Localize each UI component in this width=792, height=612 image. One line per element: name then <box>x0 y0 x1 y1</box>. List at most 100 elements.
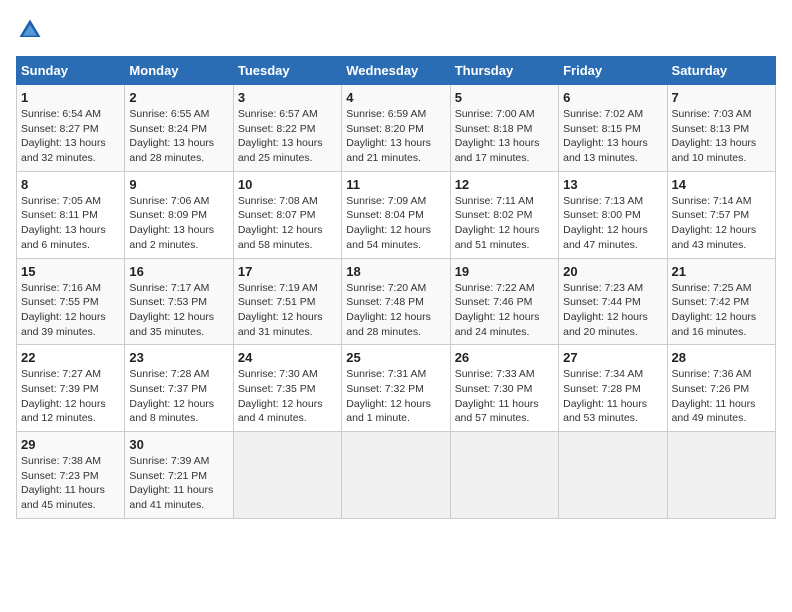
calendar-cell: 29 Sunrise: 7:38 AM Sunset: 7:23 PM Dayli… <box>17 432 125 519</box>
calendar-cell: 22 Sunrise: 7:27 AM Sunset: 7:39 PM Dayli… <box>17 345 125 432</box>
day-number: 29 <box>21 437 120 452</box>
calendar-cell: 19Sunrise: 7:22 AM Sunset: 7:46 PM Dayli… <box>450 258 558 345</box>
calendar-cell: 8Sunrise: 7:05 AM Sunset: 8:11 PM Daylig… <box>17 171 125 258</box>
day-number: 26 <box>455 350 554 365</box>
calendar-cell: 26 Sunrise: 7:33 AM Sunset: 7:30 PM Dayli… <box>450 345 558 432</box>
day-number: 1 <box>21 90 120 105</box>
day-info: Sunrise: 7:09 AM Sunset: 8:04 PM Dayligh… <box>346 194 445 253</box>
day-number: 3 <box>238 90 337 105</box>
header-monday: Monday <box>125 57 233 85</box>
day-number: 10 <box>238 177 337 192</box>
header-wednesday: Wednesday <box>342 57 450 85</box>
day-number: 27 <box>563 350 662 365</box>
calendar-cell: 10 Sunrise: 7:08 AM Sunset: 8:07 PM Dayli… <box>233 171 341 258</box>
day-number: 20 <box>563 264 662 279</box>
day-info: Sunrise: 7:28 AM Sunset: 7:37 PM Dayligh… <box>129 367 228 426</box>
header-tuesday: Tuesday <box>233 57 341 85</box>
logo-icon <box>16 16 44 44</box>
day-info: Sunrise: 7:14 AM Sunset: 7:57 PM Dayligh… <box>672 194 771 253</box>
day-number: 17 <box>238 264 337 279</box>
calendar-cell: 27 Sunrise: 7:34 AM Sunset: 7:28 PM Dayli… <box>559 345 667 432</box>
calendar-cell <box>667 432 775 519</box>
day-info: Sunrise: 7:02 AM Sunset: 8:15 PM Dayligh… <box>563 107 662 166</box>
day-info: Sunrise: 7:38 AM Sunset: 7:23 PM Dayligh… <box>21 454 120 513</box>
day-number: 6 <box>563 90 662 105</box>
header-saturday: Saturday <box>667 57 775 85</box>
calendar-cell: 16 Sunrise: 7:17 AM Sunset: 7:53 PM Dayli… <box>125 258 233 345</box>
calendar-cell: 23 Sunrise: 7:28 AM Sunset: 7:37 PM Dayli… <box>125 345 233 432</box>
day-info: Sunrise: 6:59 AM Sunset: 8:20 PM Dayligh… <box>346 107 445 166</box>
header-sunday: Sunday <box>17 57 125 85</box>
day-info: Sunrise: 6:55 AM Sunset: 8:24 PM Dayligh… <box>129 107 228 166</box>
day-info: Sunrise: 7:00 AM Sunset: 8:18 PM Dayligh… <box>455 107 554 166</box>
calendar-cell: 9Sunrise: 7:06 AM Sunset: 8:09 PM Daylig… <box>125 171 233 258</box>
calendar-cell: 5 Sunrise: 7:00 AM Sunset: 8:18 PM Daylig… <box>450 85 558 172</box>
day-info: Sunrise: 7:05 AM Sunset: 8:11 PM Dayligh… <box>21 194 120 253</box>
calendar-cell: 2 Sunrise: 6:55 AM Sunset: 8:24 PM Daylig… <box>125 85 233 172</box>
day-number: 16 <box>129 264 228 279</box>
calendar-cell: 21 Sunrise: 7:25 AM Sunset: 7:42 PM Dayli… <box>667 258 775 345</box>
calendar-cell: 30Sunrise: 7:39 AM Sunset: 7:21 PM Dayli… <box>125 432 233 519</box>
day-number: 25 <box>346 350 445 365</box>
day-info: Sunrise: 7:20 AM Sunset: 7:48 PM Dayligh… <box>346 281 445 340</box>
calendar-cell: 24 Sunrise: 7:30 AM Sunset: 7:35 PM Dayli… <box>233 345 341 432</box>
calendar-cell: 4 Sunrise: 6:59 AM Sunset: 8:20 PM Daylig… <box>342 85 450 172</box>
day-info: Sunrise: 7:08 AM Sunset: 8:07 PM Dayligh… <box>238 194 337 253</box>
day-info: Sunrise: 7:33 AM Sunset: 7:30 PM Dayligh… <box>455 367 554 426</box>
day-info: Sunrise: 7:34 AM Sunset: 7:28 PM Dayligh… <box>563 367 662 426</box>
day-info: Sunrise: 7:36 AM Sunset: 7:26 PM Dayligh… <box>672 367 771 426</box>
day-info: Sunrise: 7:13 AM Sunset: 8:00 PM Dayligh… <box>563 194 662 253</box>
calendar-cell <box>233 432 341 519</box>
calendar-week-3: 15Sunrise: 7:16 AM Sunset: 7:55 PM Dayli… <box>17 258 776 345</box>
day-number: 7 <box>672 90 771 105</box>
calendar-cell: 11 Sunrise: 7:09 AM Sunset: 8:04 PM Dayli… <box>342 171 450 258</box>
day-info: Sunrise: 7:11 AM Sunset: 8:02 PM Dayligh… <box>455 194 554 253</box>
calendar-cell: 18 Sunrise: 7:20 AM Sunset: 7:48 PM Dayli… <box>342 258 450 345</box>
header-thursday: Thursday <box>450 57 558 85</box>
calendar-cell: 7 Sunrise: 7:03 AM Sunset: 8:13 PM Daylig… <box>667 85 775 172</box>
page-header <box>16 16 776 44</box>
calendar-week-4: 22 Sunrise: 7:27 AM Sunset: 7:39 PM Dayli… <box>17 345 776 432</box>
calendar-cell: 13 Sunrise: 7:13 AM Sunset: 8:00 PM Dayli… <box>559 171 667 258</box>
logo <box>16 16 48 44</box>
calendar-cell <box>450 432 558 519</box>
calendar-cell: 14 Sunrise: 7:14 AM Sunset: 7:57 PM Dayli… <box>667 171 775 258</box>
day-info: Sunrise: 6:57 AM Sunset: 8:22 PM Dayligh… <box>238 107 337 166</box>
calendar-cell: 6 Sunrise: 7:02 AM Sunset: 8:15 PM Daylig… <box>559 85 667 172</box>
day-number: 11 <box>346 177 445 192</box>
day-info: Sunrise: 7:17 AM Sunset: 7:53 PM Dayligh… <box>129 281 228 340</box>
calendar-cell: 1 Sunrise: 6:54 AM Sunset: 8:27 PM Daylig… <box>17 85 125 172</box>
day-number: 5 <box>455 90 554 105</box>
calendar-header-row: SundayMondayTuesdayWednesdayThursdayFrid… <box>17 57 776 85</box>
day-number: 15 <box>21 264 120 279</box>
day-number: 13 <box>563 177 662 192</box>
calendar-cell: 17 Sunrise: 7:19 AM Sunset: 7:51 PM Dayli… <box>233 258 341 345</box>
day-info: Sunrise: 7:22 AM Sunset: 7:46 PM Dayligh… <box>455 281 554 340</box>
calendar-cell: 28 Sunrise: 7:36 AM Sunset: 7:26 PM Dayli… <box>667 345 775 432</box>
calendar-cell: 15Sunrise: 7:16 AM Sunset: 7:55 PM Dayli… <box>17 258 125 345</box>
day-number: 22 <box>21 350 120 365</box>
day-info: Sunrise: 7:19 AM Sunset: 7:51 PM Dayligh… <box>238 281 337 340</box>
day-info: Sunrise: 7:23 AM Sunset: 7:44 PM Dayligh… <box>563 281 662 340</box>
calendar-cell: 12 Sunrise: 7:11 AM Sunset: 8:02 PM Dayli… <box>450 171 558 258</box>
day-info: Sunrise: 6:54 AM Sunset: 8:27 PM Dayligh… <box>21 107 120 166</box>
day-info: Sunrise: 7:06 AM Sunset: 8:09 PM Dayligh… <box>129 194 228 253</box>
day-number: 4 <box>346 90 445 105</box>
header-friday: Friday <box>559 57 667 85</box>
day-number: 28 <box>672 350 771 365</box>
day-number: 23 <box>129 350 228 365</box>
day-number: 24 <box>238 350 337 365</box>
day-number: 21 <box>672 264 771 279</box>
day-number: 14 <box>672 177 771 192</box>
day-info: Sunrise: 7:03 AM Sunset: 8:13 PM Dayligh… <box>672 107 771 166</box>
calendar-week-1: 1 Sunrise: 6:54 AM Sunset: 8:27 PM Daylig… <box>17 85 776 172</box>
calendar-cell <box>559 432 667 519</box>
day-number: 2 <box>129 90 228 105</box>
day-info: Sunrise: 7:25 AM Sunset: 7:42 PM Dayligh… <box>672 281 771 340</box>
day-info: Sunrise: 7:27 AM Sunset: 7:39 PM Dayligh… <box>21 367 120 426</box>
day-info: Sunrise: 7:30 AM Sunset: 7:35 PM Dayligh… <box>238 367 337 426</box>
day-number: 18 <box>346 264 445 279</box>
calendar-table: SundayMondayTuesdayWednesdayThursdayFrid… <box>16 56 776 519</box>
day-number: 12 <box>455 177 554 192</box>
calendar-cell: 3 Sunrise: 6:57 AM Sunset: 8:22 PM Daylig… <box>233 85 341 172</box>
